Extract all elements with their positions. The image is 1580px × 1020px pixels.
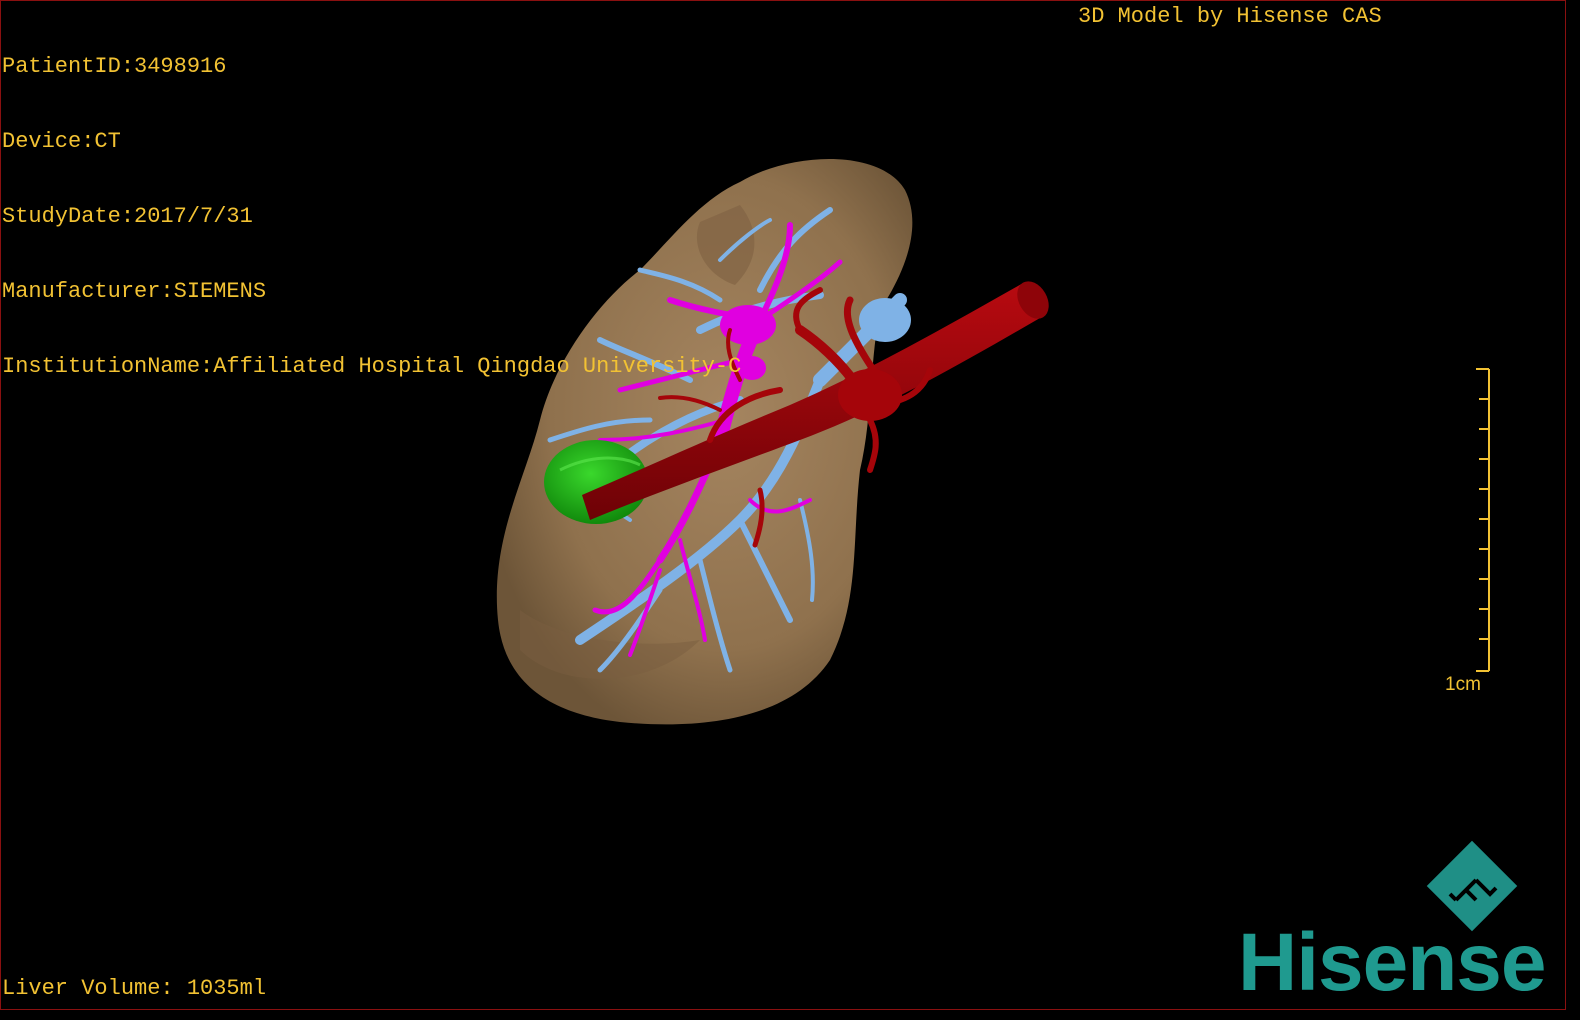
device: Device:CT xyxy=(2,129,121,154)
study-info: PatientID:3498916 Device:CT StudyDate:20… xyxy=(2,4,741,404)
model-credit: 3D Model by Hisense CAS xyxy=(1078,4,1382,29)
liver-volume: Liver Volume: 1035ml xyxy=(2,976,267,1001)
hisense-logo: Hisense xyxy=(1238,917,1547,1008)
study-date: StudyDate:2017/7/31 xyxy=(2,204,253,229)
institution-name: InstitutionName:Affiliated Hospital Qing… xyxy=(2,354,742,379)
scale-bar xyxy=(1476,368,1490,672)
scale-bar-label: 1cm xyxy=(1445,674,1481,695)
patient-id: PatientID:3498916 xyxy=(2,54,227,79)
manufacturer: Manufacturer:SIEMENS xyxy=(2,279,267,304)
